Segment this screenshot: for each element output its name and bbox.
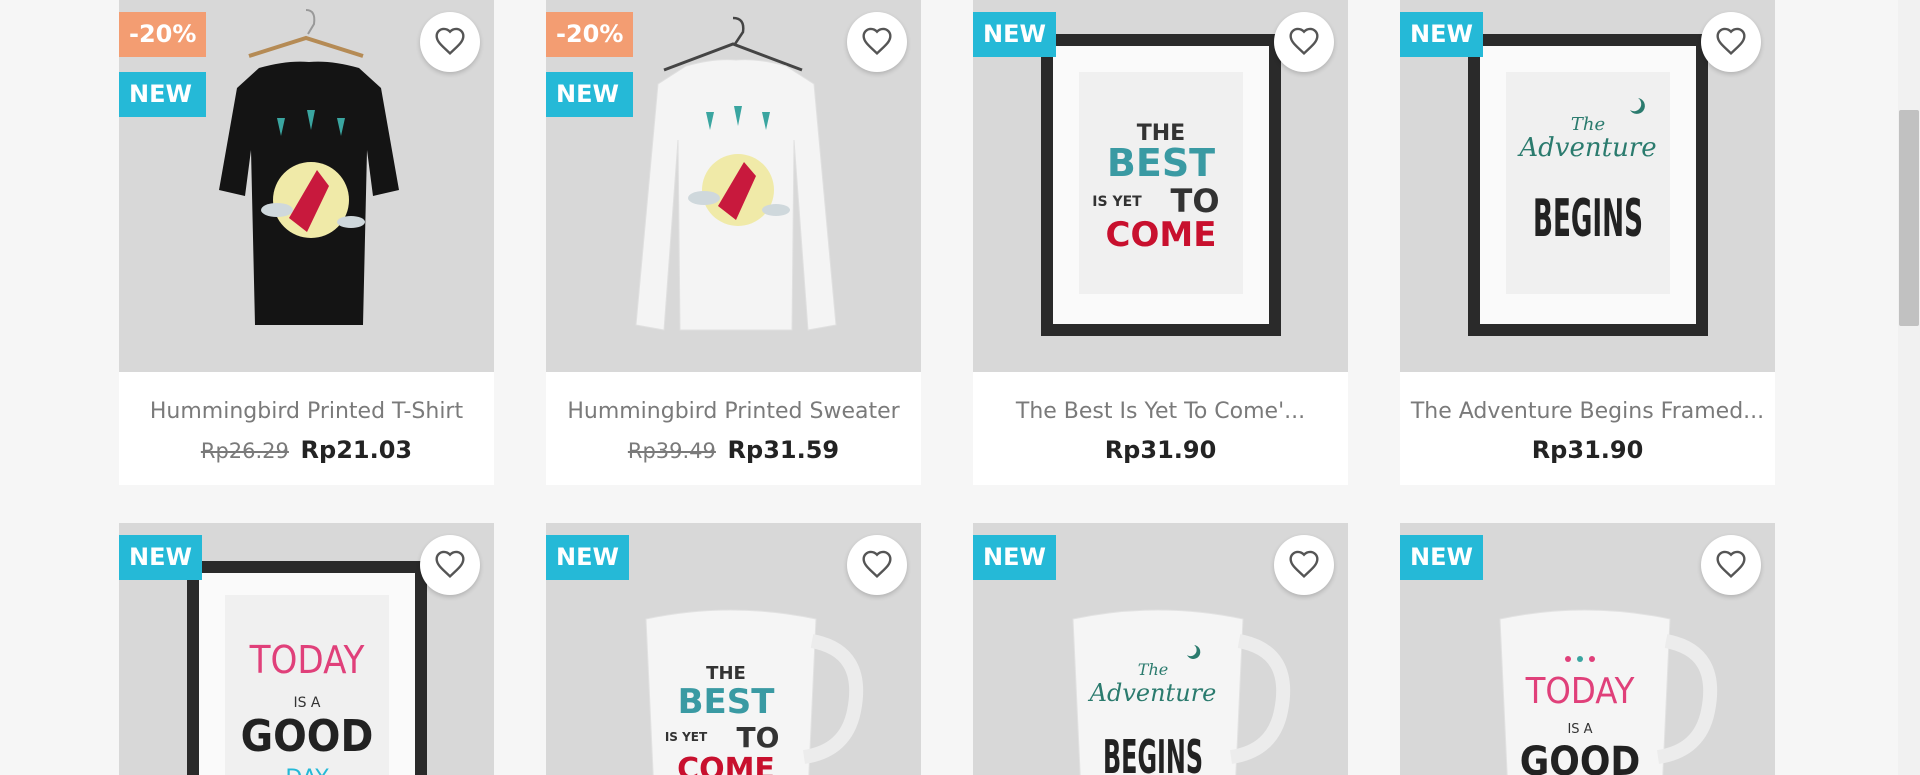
regular-price: Rp39.49 bbox=[627, 439, 716, 463]
product-price: Rp26.29 Rp21.03 bbox=[119, 436, 494, 464]
current-price: Rp21.03 bbox=[300, 436, 413, 464]
product-thumbnail[interactable]: NEW THE BEST IS YET TO COME bbox=[973, 0, 1348, 372]
poster-text-line: IS A bbox=[1567, 722, 1592, 737]
wishlist-button[interactable] bbox=[1274, 535, 1334, 595]
new-badge: NEW bbox=[1400, 535, 1483, 580]
heart-outline-icon bbox=[435, 27, 465, 55]
poster-text-line: IS A bbox=[293, 695, 320, 711]
poster-text-line: Adventure bbox=[1088, 679, 1217, 707]
product-thumbnail[interactable]: NEW The Adventure BEGINS bbox=[973, 523, 1348, 775]
wishlist-button[interactable] bbox=[1701, 12, 1761, 72]
poster-text-line: COME bbox=[1106, 215, 1217, 255]
poster-text-line: GOOD bbox=[241, 711, 374, 762]
product-flags: NEW bbox=[1400, 12, 1483, 57]
product-price: Rp31.90 bbox=[973, 436, 1348, 464]
product-card[interactable]: -20% NEW Hummingbird Printed T-Shirt Rp2… bbox=[119, 0, 494, 485]
poster-text-line: Adventure bbox=[1517, 133, 1656, 163]
new-badge: NEW bbox=[119, 535, 202, 580]
current-price: Rp31.90 bbox=[1104, 436, 1217, 464]
poster-text-line: THE bbox=[706, 663, 746, 684]
poster-text-line: BEGINS bbox=[1533, 189, 1643, 249]
current-price: Rp31.59 bbox=[727, 436, 840, 464]
poster-text-line: COME bbox=[677, 752, 775, 775]
product-flags: -20% NEW bbox=[119, 12, 207, 117]
poster-text-line: The bbox=[1571, 114, 1605, 135]
product-card[interactable]: NEW The Adventure BEGINS The Adventure B… bbox=[1400, 0, 1775, 485]
product-thumbnail[interactable]: -20% NEW bbox=[119, 0, 494, 372]
discount-badge: -20% bbox=[546, 12, 634, 57]
poster-text-line: GOOD bbox=[1520, 739, 1641, 775]
heart-outline-icon bbox=[1716, 550, 1746, 578]
product-title[interactable]: The Best Is Yet To Come'... bbox=[973, 399, 1348, 424]
heart-outline-icon bbox=[1716, 27, 1746, 55]
current-price: Rp31.90 bbox=[1531, 436, 1644, 464]
product-thumbnail[interactable]: NEW TODAY IS A GOOD bbox=[1400, 523, 1775, 775]
product-flags: -20% NEW bbox=[546, 12, 634, 117]
heart-outline-icon bbox=[435, 550, 465, 578]
product-card[interactable]: NEW THE BEST IS YET TO COME bbox=[546, 523, 921, 775]
new-badge: NEW bbox=[973, 535, 1056, 580]
heart-outline-icon bbox=[862, 27, 892, 55]
product-flags: NEW bbox=[973, 535, 1056, 580]
product-card[interactable]: NEW TODAY IS A GOOD DAY bbox=[119, 523, 494, 775]
product-card[interactable]: NEW THE BEST IS YET TO COME The Best Is … bbox=[973, 0, 1348, 485]
poster-text-line: The bbox=[1138, 660, 1168, 679]
regular-price: Rp26.29 bbox=[200, 439, 289, 463]
product-flags: NEW bbox=[1400, 535, 1483, 580]
wishlist-button[interactable] bbox=[847, 535, 907, 595]
heart-outline-icon bbox=[1289, 27, 1319, 55]
poster-text-line: BEGINS bbox=[1103, 730, 1203, 775]
poster-text-line: DAY bbox=[285, 766, 329, 775]
scrollbar-thumb[interactable] bbox=[1899, 110, 1919, 326]
poster-text-line: TODAY bbox=[1525, 671, 1635, 712]
product-flags: NEW bbox=[119, 535, 202, 580]
poster-text-line: BEST bbox=[678, 682, 776, 722]
product-card[interactable]: -20% NEW Hummingbird Printed Sweater Rp3… bbox=[546, 0, 921, 485]
wishlist-button[interactable] bbox=[1701, 535, 1761, 595]
new-badge: NEW bbox=[973, 12, 1056, 57]
product-description: The Adventure Begins Framed... Rp31.90 bbox=[1400, 372, 1775, 485]
product-price: Rp39.49 Rp31.59 bbox=[546, 436, 921, 464]
product-title[interactable]: The Adventure Begins Framed... bbox=[1400, 399, 1775, 424]
poster-text-line: IS YET bbox=[665, 730, 708, 744]
product-flags: NEW bbox=[546, 535, 629, 580]
product-flags: NEW bbox=[973, 12, 1056, 57]
product-card[interactable]: NEW The Adventure BEGINS bbox=[973, 523, 1348, 775]
wishlist-button[interactable] bbox=[1274, 12, 1334, 72]
wishlist-button[interactable] bbox=[420, 12, 480, 72]
product-price: Rp31.90 bbox=[1400, 436, 1775, 464]
new-badge: NEW bbox=[119, 72, 207, 117]
heart-outline-icon bbox=[1289, 550, 1319, 578]
heart-outline-icon bbox=[862, 550, 892, 578]
product-thumbnail[interactable]: NEW THE BEST IS YET TO COME bbox=[546, 523, 921, 775]
product-description: Hummingbird Printed T-Shirt Rp26.29 Rp21… bbox=[119, 372, 494, 485]
product-thumbnail[interactable]: NEW TODAY IS A GOOD DAY bbox=[119, 523, 494, 775]
poster-text-line: IS YET bbox=[1092, 194, 1142, 210]
discount-badge: -20% bbox=[119, 12, 207, 57]
new-badge: NEW bbox=[546, 535, 629, 580]
poster-text-line: BEST bbox=[1107, 141, 1215, 185]
product-thumbnail[interactable]: NEW The Adventure BEGINS bbox=[1400, 0, 1775, 372]
wishlist-button[interactable] bbox=[420, 535, 480, 595]
product-thumbnail[interactable]: -20% NEW bbox=[546, 0, 921, 372]
product-description: The Best Is Yet To Come'... Rp31.90 bbox=[973, 372, 1348, 485]
poster-text-line: TODAY bbox=[249, 638, 365, 682]
poster-text-line: TO bbox=[737, 721, 780, 754]
product-title[interactable]: Hummingbird Printed Sweater bbox=[546, 399, 921, 424]
product-title[interactable]: Hummingbird Printed T-Shirt bbox=[119, 399, 494, 424]
new-badge: NEW bbox=[546, 72, 634, 117]
product-card[interactable]: NEW TODAY IS A GOOD bbox=[1400, 523, 1775, 775]
product-description: Hummingbird Printed Sweater Rp39.49 Rp31… bbox=[546, 372, 921, 485]
scrollbar[interactable] bbox=[1898, 0, 1920, 775]
wishlist-button[interactable] bbox=[847, 12, 907, 72]
new-badge: NEW bbox=[1400, 12, 1483, 57]
